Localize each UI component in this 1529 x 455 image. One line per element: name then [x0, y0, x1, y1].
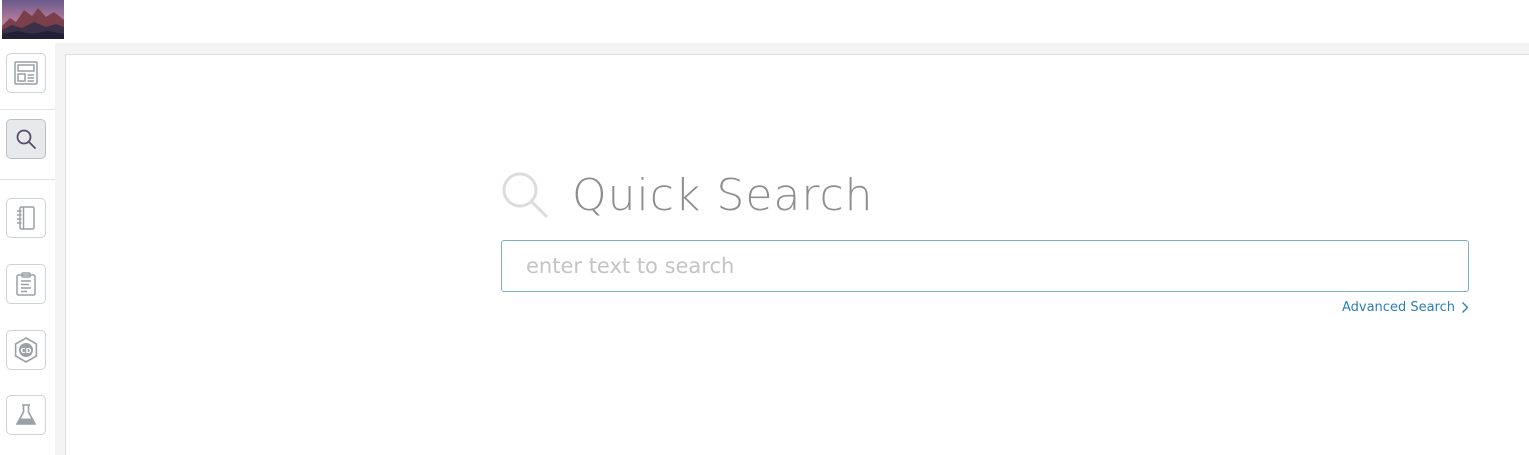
- sidebar-divider: [0, 179, 55, 180]
- top-bar: [0, 0, 1529, 43]
- search-icon: [16, 129, 36, 149]
- advanced-search-link[interactable]: Advanced Search: [1342, 300, 1469, 315]
- quick-search-heading: Quick Search: [500, 165, 874, 225]
- sidebar-nav: CD: [0, 43, 55, 455]
- page-title: Quick Search: [572, 169, 874, 221]
- search-icon: [502, 172, 548, 218]
- sidebar-item-compound-discovery[interactable]: CD: [6, 330, 46, 370]
- search-input[interactable]: [501, 240, 1469, 292]
- hexagon-cd-icon: CD: [14, 337, 38, 363]
- sidebar-item-notebook[interactable]: [6, 198, 46, 238]
- avatar[interactable]: [2, 0, 64, 39]
- sidebar-item-lab[interactable]: [6, 395, 46, 435]
- layout-icon: [14, 61, 38, 85]
- main-content: Quick Search Advanced Search: [65, 54, 1529, 455]
- flask-icon: [15, 404, 37, 425]
- notebook-icon: [17, 206, 35, 230]
- advanced-search-label: Advanced Search: [1341, 300, 1455, 315]
- sidebar-divider: [0, 109, 55, 110]
- chevron-right-icon: [1462, 302, 1469, 313]
- clipboard-icon: [16, 272, 36, 296]
- sidebar-item-clipboard[interactable]: [6, 264, 46, 304]
- sidebar-item-quick-search[interactable]: [6, 119, 46, 159]
- sidebar-item-dashboard[interactable]: [6, 53, 46, 93]
- svg-text:CD: CD: [21, 347, 32, 355]
